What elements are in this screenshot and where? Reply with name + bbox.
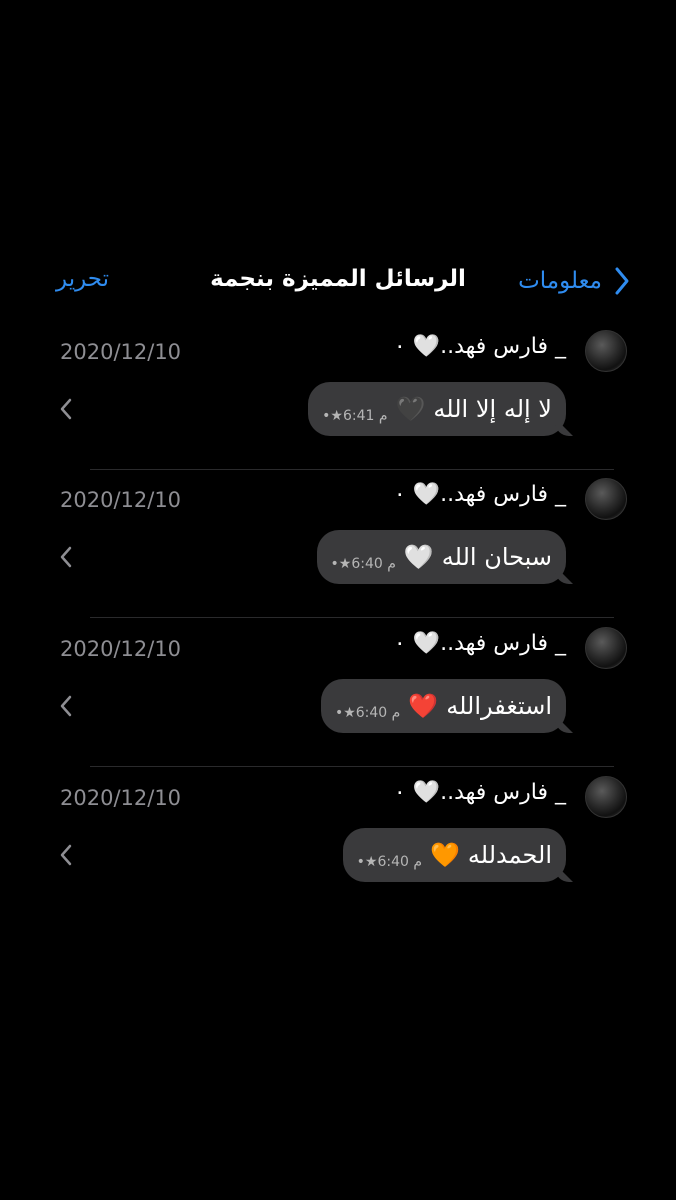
chevron-left-icon[interactable] [60, 398, 72, 420]
starred-message-row[interactable]: فارس فهد..🤍 ٠ _ 2020/12/10 •★6:40 م 🧡 ال… [0, 768, 676, 916]
divider [90, 617, 614, 618]
bubble-tail [555, 864, 573, 882]
message-text: الحمدلله [467, 841, 552, 869]
bubble-tail [555, 418, 573, 436]
sender-name: فارس فهد..🤍 ٠ _ [393, 334, 566, 359]
avatar [585, 776, 627, 818]
bubble-tail [555, 566, 573, 584]
heart-icon: ❤️ [408, 692, 439, 720]
message-time: •★6:40 م [330, 556, 396, 572]
message-date: 2020/12/10 [60, 488, 182, 512]
edit-button[interactable]: تحرير [56, 266, 109, 292]
avatar [585, 627, 627, 669]
chevron-left-icon[interactable] [60, 695, 72, 717]
starred-message-row[interactable]: فارس فهد..🤍 ٠ _ 2020/12/10 •★6:41 م 🖤 لا… [0, 322, 676, 470]
heart-icon: 🧡 [430, 841, 460, 869]
message-text: استغفرالله [446, 692, 552, 720]
bubble-tail [555, 715, 573, 733]
message-date: 2020/12/10 [60, 637, 182, 661]
message-bubble[interactable]: •★6:40 م 🧡 الحمدلله [342, 828, 573, 882]
message-time: •★6:40 م [356, 854, 423, 870]
sender-name: فارس فهد..🤍 ٠ _ [393, 482, 566, 507]
message-date: 2020/12/10 [60, 340, 182, 364]
message-bubble[interactable]: •★6:41 م 🖤 لا إله إلا الله [308, 382, 573, 436]
starred-message-row[interactable]: فارس فهد..🤍 ٠ _ 2020/12/10 •★6:40 م ❤️ ا… [0, 619, 676, 767]
starred-message-row[interactable]: فارس فهد..🤍 ٠ _ 2020/12/10 •★6:40 م 🤍 سب… [0, 470, 676, 618]
message-time: •★6:41 م [322, 408, 388, 424]
message-bubble[interactable]: •★6:40 م ❤️ استغفرالله [320, 679, 573, 733]
avatar [585, 478, 627, 520]
sender-name: فارس فهد..🤍 ٠ _ [393, 631, 566, 656]
message-time: •★6:40 م [334, 705, 401, 721]
message-text: لا إله إلا الله [433, 395, 552, 423]
sender-name: فارس فهد..🤍 ٠ _ [393, 780, 566, 805]
heart-icon: 🤍 [403, 543, 434, 571]
heart-icon: 🖤 [395, 395, 426, 423]
message-text: سبحان الله [441, 543, 552, 571]
avatar [585, 330, 627, 372]
message-bubble[interactable]: •★6:40 م 🤍 سبحان الله [316, 530, 573, 584]
message-date: 2020/12/10 [60, 786, 182, 810]
chevron-left-icon[interactable] [60, 844, 72, 866]
chevron-left-icon[interactable] [60, 546, 72, 568]
divider [90, 766, 614, 767]
navigation-bar: معلومات الرسائل المميزة بنجمة تحرير [0, 250, 676, 310]
